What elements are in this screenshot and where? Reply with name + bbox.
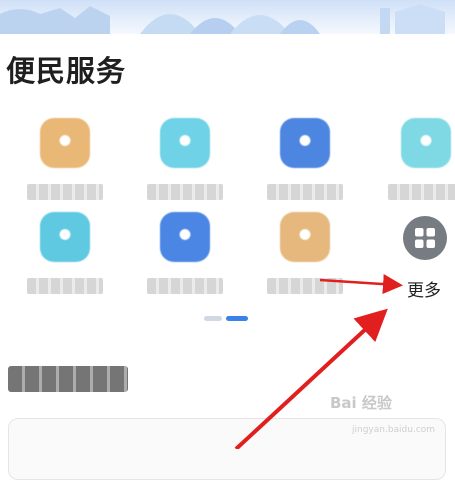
- more-services-button[interactable]: [403, 216, 447, 260]
- service-icon: [280, 118, 330, 168]
- service-item[interactable]: [255, 212, 355, 302]
- more-label[interactable]: 更多: [407, 276, 441, 301]
- service-item[interactable]: [15, 118, 115, 208]
- watermark-brand: Bai 经验: [330, 394, 392, 412]
- service-icon: [160, 118, 210, 168]
- service-label: [27, 278, 103, 294]
- service-icon: [280, 212, 330, 262]
- service-label: [267, 278, 343, 294]
- page-dot-active: [226, 316, 248, 321]
- service-item[interactable]: [135, 212, 235, 302]
- service-label: [267, 184, 343, 200]
- page-indicator: [204, 316, 248, 322]
- watermark-url: jingyan.baidu.com: [352, 425, 436, 435]
- service-item[interactable]: [15, 212, 115, 302]
- grid-icon: [415, 228, 435, 248]
- service-label: [147, 278, 223, 294]
- service-icon: [401, 118, 451, 168]
- service-icon: [160, 212, 210, 262]
- service-label: [388, 184, 455, 200]
- section-title: 便民服务: [6, 54, 127, 88]
- service-icon: [40, 118, 90, 168]
- service-item[interactable]: [135, 118, 235, 208]
- skyline-illustration: [0, 4, 445, 34]
- section2-title: [8, 366, 128, 392]
- service-icon: [40, 212, 90, 262]
- service-label: [147, 184, 223, 200]
- service-item[interactable]: [255, 118, 355, 208]
- service-item[interactable]: [376, 118, 455, 208]
- city-banner: [0, 0, 455, 34]
- page-dot: [204, 316, 222, 321]
- service-label: [27, 184, 103, 200]
